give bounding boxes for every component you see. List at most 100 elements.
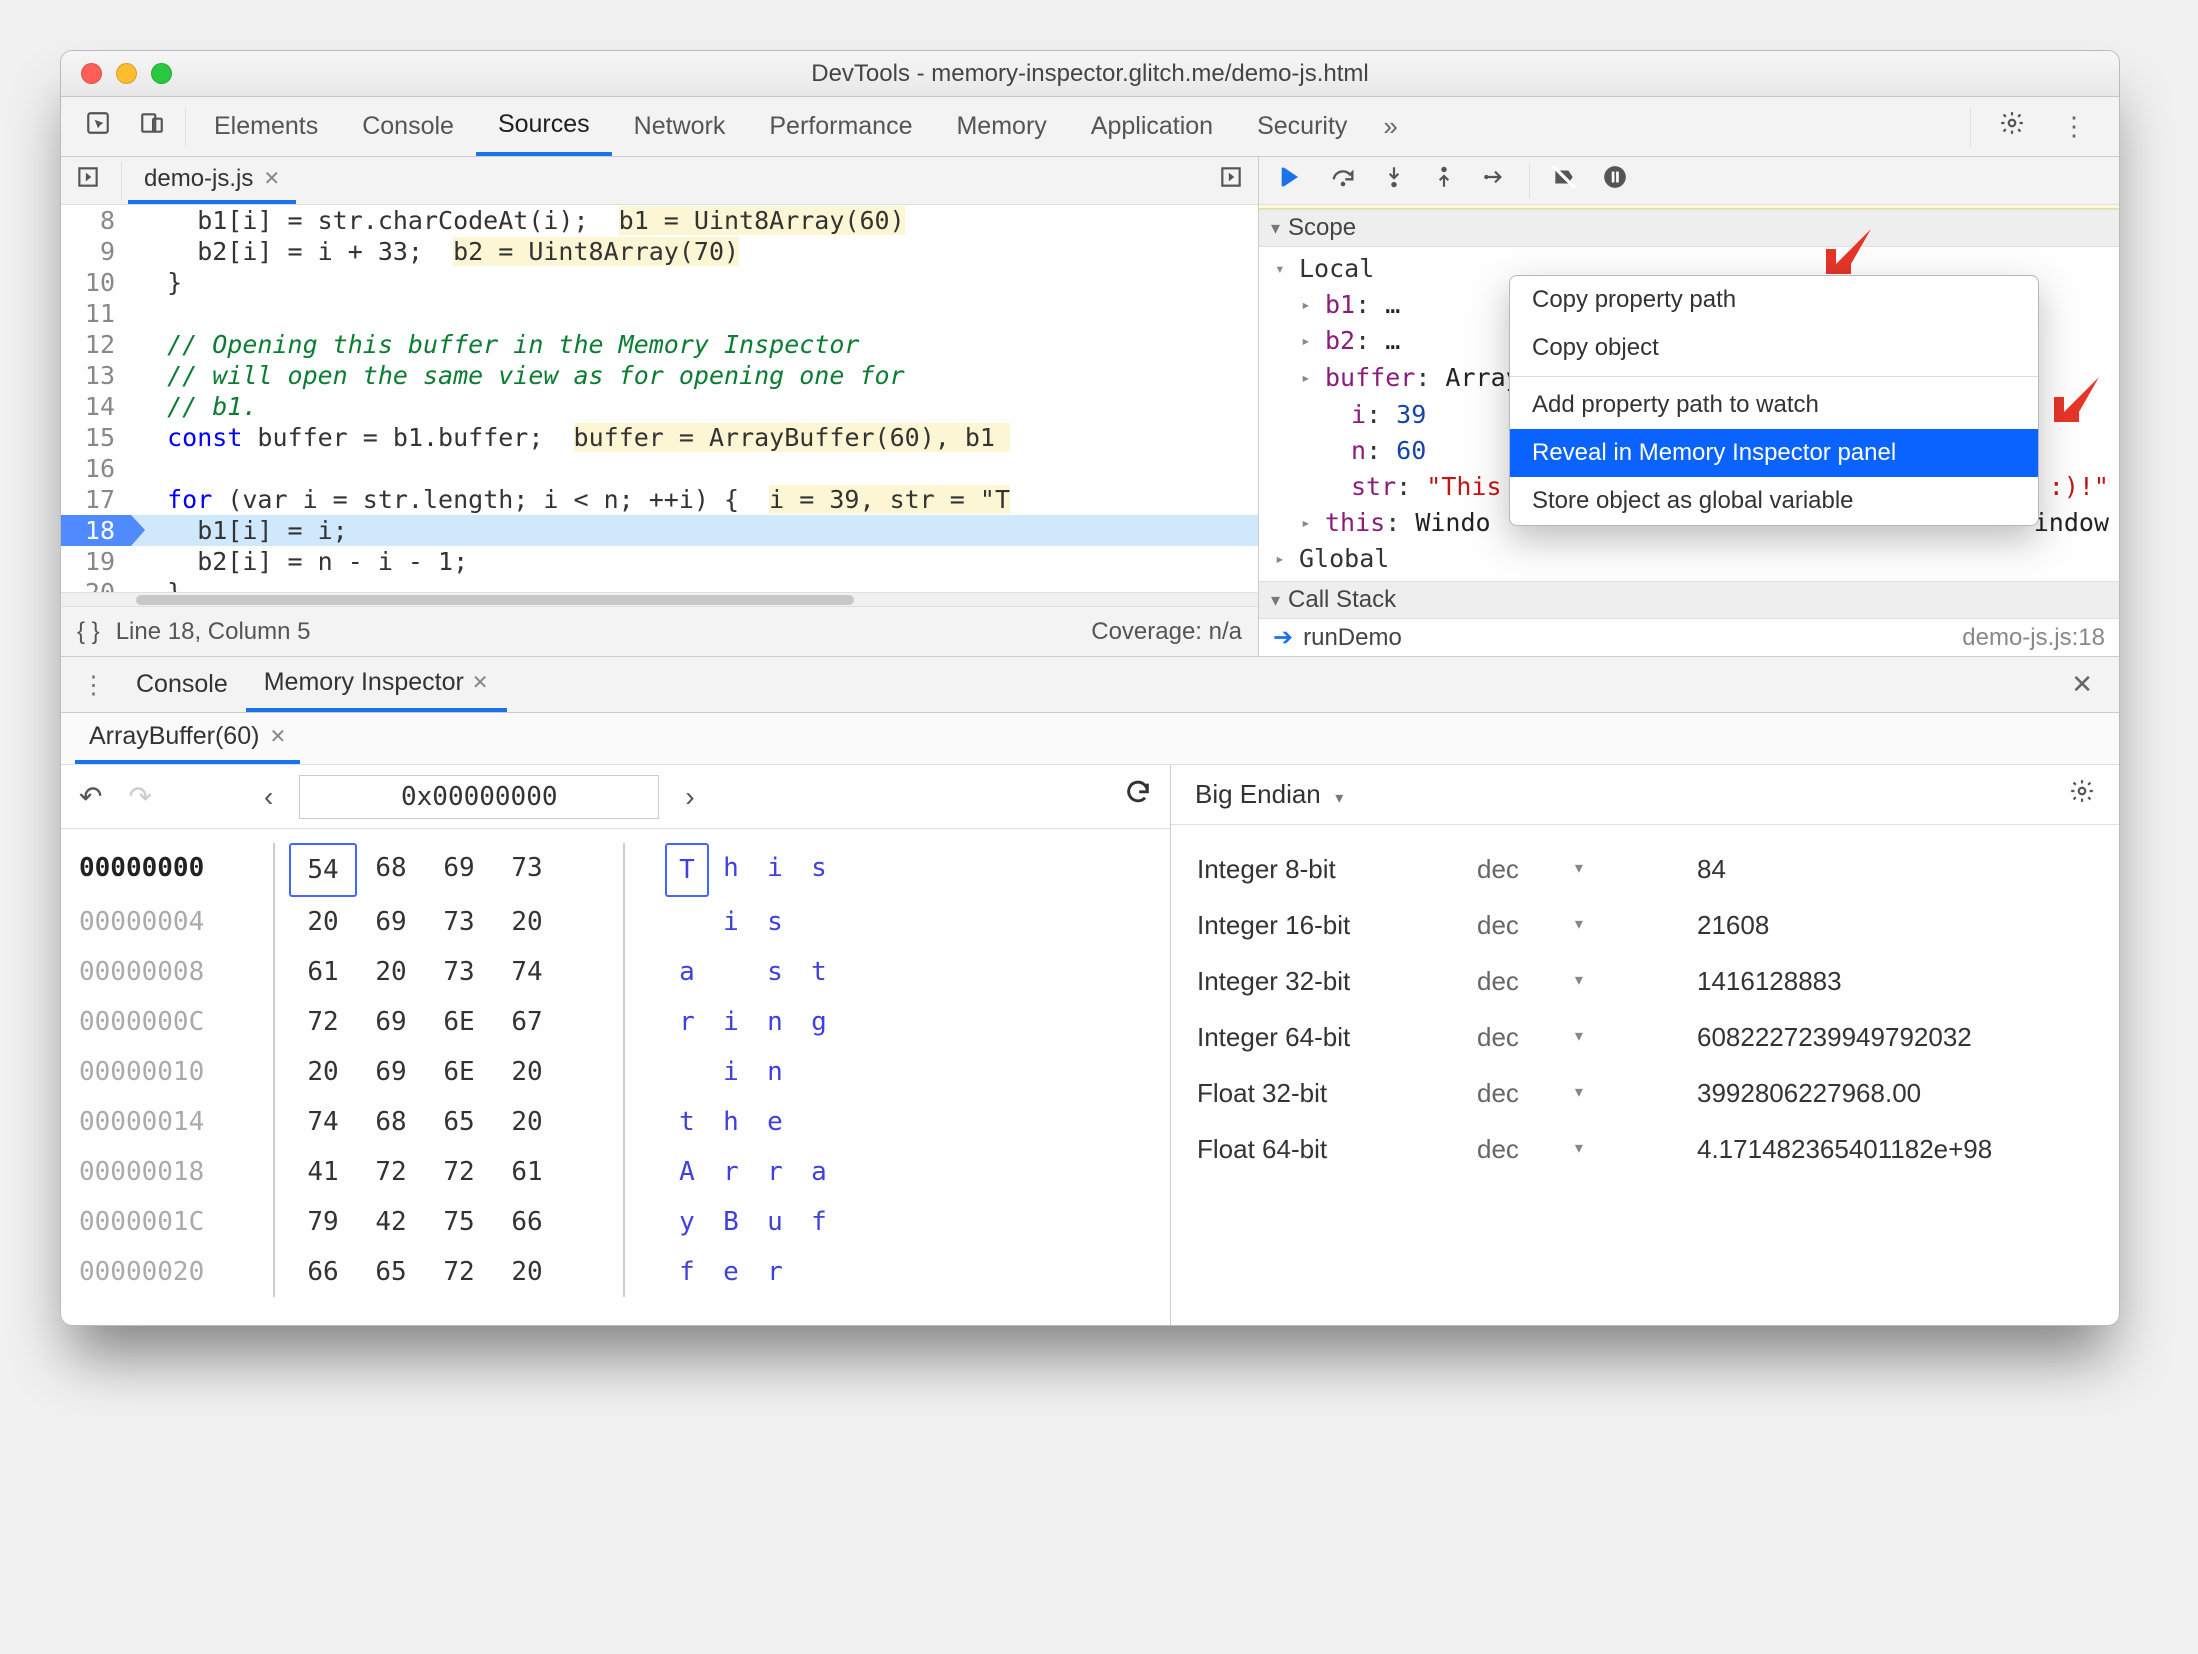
scope-global-row[interactable]: ▸Global (1275, 541, 2119, 577)
code-line[interactable]: 20 } (61, 577, 1258, 592)
code-line[interactable]: 16 (61, 453, 1258, 484)
code-line[interactable]: 19 b2[i] = n - i - 1; (61, 546, 1258, 577)
main-tab-memory[interactable]: Memory (934, 97, 1068, 156)
scope-section-header[interactable]: Scope (1259, 209, 2119, 247)
code-line[interactable]: 11 (61, 298, 1258, 329)
drawer-tab-strip: ⋮ ConsoleMemory Inspector ✕ ✕ (61, 657, 2119, 713)
history-back-icon[interactable]: ↶ (79, 780, 102, 813)
inspector-buffer-tab[interactable]: ArrayBuffer(60) ✕ (75, 713, 300, 764)
close-file-tab-icon[interactable]: ✕ (263, 166, 280, 191)
main-tab-network[interactable]: Network (612, 97, 748, 156)
window-title: DevTools - memory-inspector.glitch.me/de… (61, 60, 2119, 88)
code-line[interactable]: 10 } (61, 267, 1258, 298)
value-row: Integer 32-bitdec1416128883 (1197, 953, 2093, 1009)
pretty-print-icon[interactable]: { } (77, 618, 100, 646)
value-table: Integer 8-bitdec84Integer 16-bitdec21608… (1171, 825, 2119, 1193)
step-over-icon[interactable] (1319, 163, 1367, 198)
minimize-window-button[interactable] (116, 63, 137, 84)
device-toggle-icon[interactable] (125, 110, 179, 143)
settings-gear-icon[interactable] (1985, 110, 2039, 143)
main-tab-security[interactable]: Security (1235, 97, 1369, 156)
hex-table[interactable]: 0000000054686973This0000000420697320 is … (61, 829, 1170, 1311)
main-tab-elements[interactable]: Elements (192, 97, 340, 156)
history-forward-icon[interactable]: ↷ (128, 780, 151, 813)
ctx-menu-item[interactable]: Add property path to watch (1510, 381, 2038, 429)
zoom-window-button[interactable] (151, 63, 172, 84)
value-row: Integer 8-bitdec84 (1197, 841, 2093, 897)
code-line[interactable]: 13 // will open the same view as for ope… (61, 360, 1258, 391)
more-tabs-icon[interactable]: » (1369, 111, 1411, 142)
callstack-section-header[interactable]: Call Stack (1259, 581, 2119, 619)
file-tab[interactable]: demo-js.js ✕ (128, 157, 296, 204)
address-input[interactable]: 0x00000000 (299, 775, 659, 819)
code-line[interactable]: 9 b2[i] = i + 33; b2 = Uint8Array(70) (61, 236, 1258, 267)
step-into-icon[interactable] (1371, 164, 1417, 197)
format-select[interactable]: dec (1477, 1009, 1697, 1065)
drawer-tab-console[interactable]: Console (118, 657, 246, 712)
value-interpretation: Big Endian ▾ Integer 8-bitdec84Integer 1… (1171, 765, 2119, 1325)
debugger-pane: Scope ▾Local ▸b1: …▸b2: …▸buffer: ArrayB… (1259, 157, 2119, 656)
endian-select[interactable]: Big Endian ▾ (1195, 779, 1343, 810)
main-tab-sources[interactable]: Sources (476, 97, 612, 156)
annotation-arrow-icon (2049, 367, 2109, 427)
hex-row[interactable]: 0000001C79427566yBuf (79, 1197, 1152, 1247)
step-out-icon[interactable] (1421, 164, 1467, 197)
code-line[interactable]: 17 for (var i = str.length; i < n; ++i) … (61, 484, 1258, 515)
main-tab-console[interactable]: Console (340, 97, 476, 156)
hex-row[interactable]: 0000000C72696E67ring (79, 997, 1152, 1047)
format-select[interactable]: dec (1477, 841, 1697, 897)
address-next-icon[interactable]: › (685, 781, 694, 813)
inspect-element-icon[interactable] (71, 110, 125, 143)
code-line[interactable]: 8 b1[i] = str.charCodeAt(i); b1 = Uint8A… (61, 205, 1258, 236)
ctx-menu-item[interactable]: Copy object (1510, 324, 2038, 372)
close-buffer-tab-icon[interactable]: ✕ (269, 724, 286, 749)
close-window-button[interactable] (81, 63, 102, 84)
callstack-location: demo-js.js:18 (1962, 624, 2105, 652)
file-navigator-icon[interactable] (61, 164, 115, 197)
format-select[interactable]: dec (1477, 1065, 1697, 1121)
hex-row[interactable]: 0000000054686973This (79, 843, 1152, 897)
ctx-menu-item[interactable]: Copy property path (1510, 276, 2038, 324)
step-icon[interactable] (1471, 164, 1519, 197)
format-select[interactable]: dec (1477, 1121, 1697, 1177)
ctx-menu-item[interactable]: Reveal in Memory Inspector panel (1510, 429, 2038, 477)
memory-inspector-body: ↶ ↷ ‹ 0x00000000 › 0000000054686973This0… (61, 765, 2119, 1325)
hex-row[interactable]: 0000001020696E20 in (79, 1047, 1152, 1097)
devtools-window: DevTools - memory-inspector.glitch.me/de… (60, 50, 2120, 1326)
code-line[interactable]: 18 b1[i] = i; (61, 515, 1258, 546)
titlebar: DevTools - memory-inspector.glitch.me/de… (61, 51, 2119, 97)
main-tab-strip: ElementsConsoleSourcesNetworkPerformance… (61, 97, 2119, 157)
ctx-menu-item[interactable]: Store object as global variable (1510, 477, 2038, 525)
hex-row[interactable]: 0000002066657220fer (79, 1247, 1152, 1297)
pause-on-exceptions-icon[interactable] (1592, 164, 1638, 197)
editor-horizontal-scrollbar[interactable] (61, 592, 1258, 606)
code-editor[interactable]: 8 b1[i] = str.charCodeAt(i); b1 = Uint8A… (61, 205, 1258, 592)
hex-row[interactable]: 0000000420697320 is (79, 897, 1152, 947)
memory-inspector-sub-tabs: ArrayBuffer(60) ✕ (61, 713, 2119, 765)
hex-row[interactable]: 0000001474686520the (79, 1097, 1152, 1147)
traffic-lights (61, 63, 172, 84)
deactivate-breakpoints-icon[interactable] (1540, 164, 1588, 197)
code-line[interactable]: 14 // b1. (61, 391, 1258, 422)
drawer-close-icon[interactable]: ✕ (2053, 669, 2111, 700)
format-select[interactable]: dec (1477, 897, 1697, 953)
main-tab-performance[interactable]: Performance (747, 97, 934, 156)
hex-row[interactable]: 0000001841727261Arra (79, 1147, 1152, 1197)
address-prev-icon[interactable]: ‹ (264, 781, 273, 813)
value-row: Integer 64-bitdec6082227239949792032 (1197, 1009, 2093, 1065)
drawer-menu-icon[interactable]: ⋮ (69, 670, 118, 700)
cursor-position: Line 18, Column 5 (116, 618, 311, 646)
refresh-icon[interactable] (1124, 779, 1152, 814)
callstack-row[interactable]: ➔runDemo demo-js.js:18 (1259, 619, 2119, 656)
editor-pane: demo-js.js ✕ 8 b1[i] = str.charCodeAt(i)… (61, 157, 1259, 656)
main-tab-application[interactable]: Application (1069, 97, 1235, 156)
more-editor-options-icon[interactable] (1204, 164, 1258, 197)
value-settings-gear-icon[interactable] (2069, 778, 2095, 811)
hex-row[interactable]: 0000000861207374a st (79, 947, 1152, 997)
format-select[interactable]: dec (1477, 953, 1697, 1009)
kebab-menu-icon[interactable]: ⋮ (2047, 111, 2101, 142)
code-line[interactable]: 12 // Opening this buffer in the Memory … (61, 329, 1258, 360)
resume-icon[interactable] (1267, 163, 1315, 198)
drawer-tab-memory-inspector[interactable]: Memory Inspector ✕ (246, 657, 507, 712)
code-line[interactable]: 15 const buffer = b1.buffer; buffer = Ar… (61, 422, 1258, 453)
